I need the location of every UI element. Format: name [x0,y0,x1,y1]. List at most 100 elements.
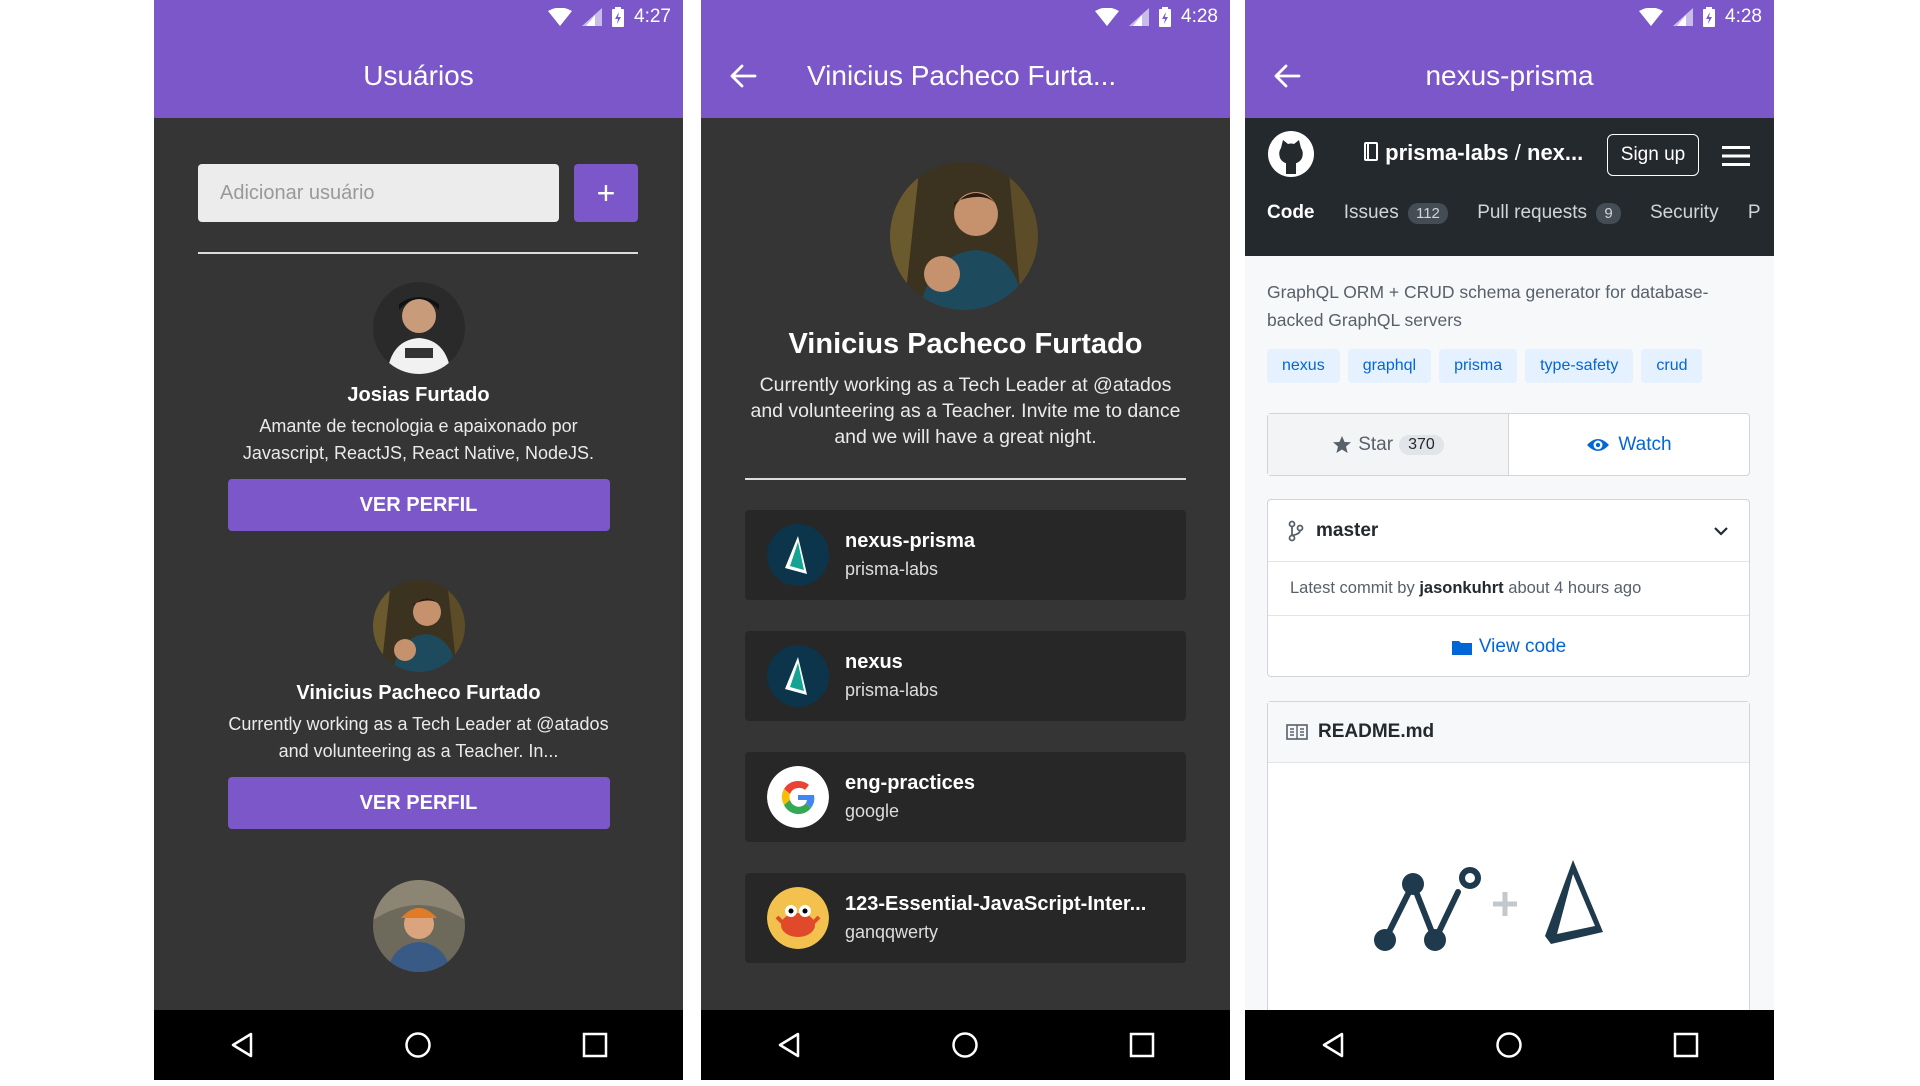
avatar [372,580,465,672]
battery-icon [612,7,625,27]
battery-icon [1159,7,1172,27]
repo-name: nexus-prisma [845,530,976,552]
status-bar: 4:27 [154,0,683,34]
recents-nav-icon[interactable] [1129,1032,1155,1058]
repo-owner-link[interactable]: prisma-labs [1385,140,1509,165]
prisma-icon [767,645,829,707]
wifi-icon [548,8,573,26]
book-icon [1286,724,1308,740]
user-name: Josias Furtado [347,384,490,406]
readme-box: README.md [1267,701,1750,1031]
view-profile-button[interactable]: VER PERFIL [227,479,610,531]
view-code-link[interactable]: View code [1268,616,1749,678]
repo-owner: prisma-labs [845,559,939,579]
prisma-icon [767,524,829,586]
star-icon [1333,435,1352,453]
profile-name: Vinicius Pacheco Furtado [788,328,1143,360]
watch-label: Watch [1618,433,1672,455]
topic-tag[interactable]: nexus [1267,349,1340,383]
folder-icon [1451,641,1472,655]
divider [745,478,1186,480]
star-watch-group: Star 370 Watch [1267,413,1750,476]
commit-author[interactable]: jasonkuhrt [1419,579,1503,598]
branch-selector[interactable]: master [1268,500,1749,562]
branch-box: master Latest commit by jasonkuhrt about… [1267,499,1750,677]
recents-nav-icon[interactable] [582,1032,608,1058]
clock: 4:27 [634,6,671,27]
star-button[interactable]: Star 370 [1268,414,1509,475]
status-bar: 4:28 [701,0,1230,34]
pull-requests-count: 9 [1596,203,1621,224]
tab-projects[interactable]: P [1748,202,1761,223]
clock: 4:28 [1725,6,1762,27]
screen-users: 4:27 Usuários + Josias Furtado Amante de… [154,0,683,1086]
tab-pull-requests[interactable]: Pull requests 9 [1477,202,1621,224]
repo-owner: ganqqwerty [845,922,939,942]
view-profile-button[interactable]: VER PERFIL [227,777,610,829]
topic-tag[interactable]: graphql [1347,349,1432,383]
user-card [154,880,683,972]
page-title: nexus-prisma [1425,60,1594,91]
repo-card[interactable]: 123-Essential-JavaScript-Inter... ganqqw… [745,873,1186,963]
repo-path: prisma-labs / nex... [1363,140,1583,166]
watch-button[interactable]: Watch [1509,414,1749,475]
tab-pull-requests-label: Pull requests [1477,202,1588,223]
add-user-button[interactable]: + [574,164,638,222]
add-user-row: + [198,164,638,222]
topic-tag[interactable]: type-safety [1525,349,1634,383]
topic-tag[interactable]: prisma [1439,349,1518,383]
repo-body: GraphQL ORM + CRUD schema generator for … [1245,256,1774,1031]
nexus-prisma-logo [1374,860,1603,951]
signal-icon [1673,8,1694,26]
home-nav-icon[interactable] [404,1031,432,1059]
latest-commit: Latest commit by jasonkuhrt about 4 hour… [1268,562,1749,616]
tab-issues[interactable]: Issues 112 [1344,202,1448,224]
screen-user-profile: 4:28 Vinicius Pacheco Furta... Vinicius … [701,0,1230,1086]
repo-name: nexus [845,651,903,673]
user-card: Josias Furtado Amante de tecnologia e ap… [154,282,683,531]
repo-owner: google [845,801,900,821]
google-icon [767,766,829,828]
signup-button[interactable]: Sign up [1607,134,1699,176]
repo-card[interactable]: nexus prisma-labs [745,631,1186,721]
repo-path-separator: / [1514,140,1521,165]
app-bar: Usuários [154,34,683,118]
repo-name-link[interactable]: nex... [1527,140,1583,165]
repo-description: GraphQL ORM + CRUD schema generator for … [1267,282,1709,330]
repo-name: 123-Essential-JavaScript-Inter... [845,893,1147,915]
repo-name: eng-practices [845,772,976,794]
hamburger-menu-icon[interactable] [1722,144,1750,168]
tab-security[interactable]: Security [1650,202,1719,223]
back-nav-icon[interactable] [1320,1031,1346,1059]
repo-owner: prisma-labs [845,680,939,700]
commit-time: about 4 hours ago [1508,579,1642,597]
profile-bio: Currently working as a Tech Leader at @a… [750,374,1181,448]
home-nav-icon[interactable] [951,1031,979,1059]
tab-code[interactable]: Code [1267,202,1315,223]
system-nav-bar [154,1010,683,1080]
view-code-label: View code [1478,636,1567,657]
page-title: Vinicius Pacheco Furta... [807,60,1117,91]
status-bar: 4:28 [1245,0,1774,34]
home-nav-icon[interactable] [1495,1031,1523,1059]
user-bio: Currently working as a Tech Leader at @a… [228,714,609,761]
git-branch-icon [1288,520,1304,541]
github-logo-icon[interactable] [1267,130,1315,178]
chevron-down-icon [1714,526,1728,536]
battery-icon [1703,7,1716,27]
back-nav-icon[interactable] [229,1031,255,1059]
back-nav-icon[interactable] [776,1031,802,1059]
readme-title: README.md [1318,721,1435,742]
repo-card[interactable]: nexus-prisma prisma-labs [745,510,1186,600]
crab-icon [767,887,829,949]
add-user-input[interactable] [198,164,559,222]
system-nav-bar [701,1010,1230,1080]
branch-name: master [1316,519,1379,541]
user-name: Vinicius Pacheco Furtado [296,682,541,704]
recents-nav-icon[interactable] [1673,1032,1699,1058]
commit-prefix: Latest commit by [1290,579,1415,597]
repo-card[interactable]: eng-practices google [745,752,1186,842]
topics: nexus graphql prisma type-safety crud [1267,349,1710,383]
back-arrow-icon[interactable] [729,62,757,90]
topic-tag[interactable]: crud [1641,349,1703,383]
